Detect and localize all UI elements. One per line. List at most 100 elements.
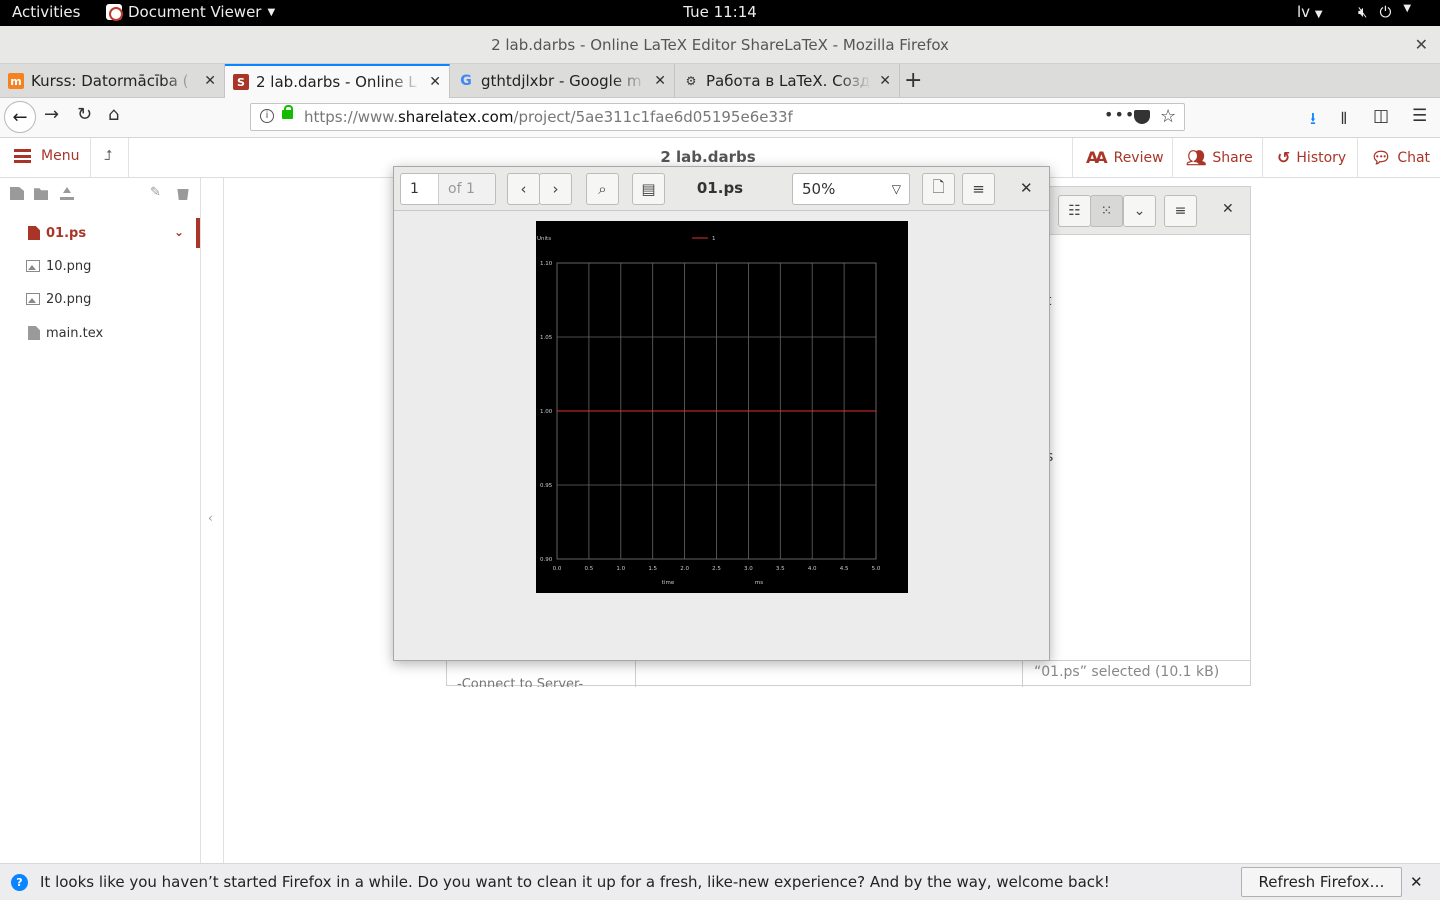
tab-latex-ru[interactable]: ⚙ Работа в LaTeX. Созд ✕ <box>675 64 900 98</box>
trash-icon[interactable] <box>177 188 189 200</box>
power-icon: ⏻ <box>1379 3 1392 21</box>
legend-label: 1 <box>712 236 716 242</box>
forward-icon[interactable]: → <box>44 104 59 125</box>
downloads-icon[interactable]: ⭳ <box>1310 106 1316 135</box>
tab-moodle[interactable]: m Kurss: Datormācība ( ✕ <box>0 64 225 98</box>
file-item-10-png[interactable]: 10.png <box>0 251 200 281</box>
view-options-button[interactable]: ⌄ <box>1123 195 1156 227</box>
document-viewer-window: 1 of 1 ‹ › ⌕ ▤ 01.ps 50% ▽ 🗋 ≡ ✕ 0.0 0.5 1… <box>393 166 1050 661</box>
collapse-left-icon[interactable]: ‹ <box>208 511 213 525</box>
chat-button[interactable]: 💬︎ Chat <box>1371 148 1430 167</box>
file-tree-toolbar: ✎ <box>0 178 200 210</box>
activities-button[interactable]: Activities <box>12 3 80 21</box>
x-tick-label: 3.5 <box>776 566 785 572</box>
upload-icon[interactable] <box>60 187 74 200</box>
zoom-select[interactable]: 50% ▽ <box>792 173 910 205</box>
chat-icon: 💬︎ <box>1371 148 1392 167</box>
bookmark-star-icon[interactable]: ☆ <box>1160 106 1176 127</box>
library-icon[interactable]: 𝍪 <box>1341 106 1347 135</box>
clock[interactable]: Tue 11:14 <box>683 3 757 21</box>
site-info-icon[interactable]: i <box>260 109 274 123</box>
file-item-main-tex[interactable]: main.tex <box>0 318 200 348</box>
tab-google[interactable]: G gthtdjlxbr - Google m ✕ <box>450 64 675 98</box>
connect-to-server[interactable]: -Connect to Server- <box>457 677 583 687</box>
tab-close-icon[interactable]: ✕ <box>879 73 891 89</box>
grid-view-button[interactable]: ⁙ <box>1090 195 1123 227</box>
tab-sharelatex[interactable]: S 2 lab.darbs - Online L ✕ <box>225 64 450 98</box>
open-with-button[interactable]: 🗋 <box>922 173 955 205</box>
line-chart: 0.0 0.5 1.0 1.5 2.0 2.5 3.0 3.5 4.0 4.5 5.0 0.90 0.9… <box>537 236 881 586</box>
home-icon[interactable]: ⌂ <box>108 104 119 125</box>
tab-close-icon[interactable]: ✕ <box>654 73 666 89</box>
previous-page-button[interactable]: ‹ <box>507 173 540 205</box>
file-manager-statusbar: -Connect to Server- “01.ps” selected (10… <box>447 660 1250 687</box>
x-tick-label: 4.0 <box>808 566 817 572</box>
divider <box>1357 138 1358 178</box>
chat-label: Chat <box>1397 149 1431 166</box>
volume-muted-icon: 🔇︎ <box>1358 3 1368 21</box>
reload-icon[interactable]: ↻ <box>77 104 92 125</box>
close-icon[interactable]: ✕ <box>1222 201 1234 217</box>
hamburger-menu-icon[interactable]: ☰ <box>1412 106 1427 126</box>
rename-icon[interactable]: ✎ <box>150 185 164 200</box>
x-tick-label: 0.5 <box>585 566 594 572</box>
viewer-menu-button[interactable]: ≡ <box>962 173 995 205</box>
page-selector[interactable]: 1 of 1 <box>400 173 496 205</box>
history-button[interactable]: ↺ History <box>1277 148 1346 167</box>
window-close-icon[interactable]: ✕ <box>1415 35 1428 54</box>
language-label: lv <box>1297 3 1311 21</box>
next-page-button[interactable]: › <box>539 173 572 205</box>
url-text[interactable]: https://www.sharelatex.com/project/5ae31… <box>304 108 793 126</box>
grid-view-icon: ⁙ <box>1100 203 1113 219</box>
tab-label: gthtdjlxbr - Google m <box>481 72 642 90</box>
page-actions-icon[interactable]: ••• <box>1104 105 1135 124</box>
chevron-left-icon: ‹ <box>520 180 527 198</box>
file-item-20-png[interactable]: 20.png <box>0 284 200 314</box>
document-viewer-toolbar: 1 of 1 ‹ › ⌕ ▤ 01.ps 50% ▽ 🗋 ≡ ✕ <box>394 167 1049 211</box>
tab-label: Работа в LaTeX. Созд <box>706 72 871 90</box>
x-axis-unit: ms <box>755 580 763 586</box>
share-button[interactable]: 👥︎ Share <box>1186 148 1253 167</box>
chevron-down-icon[interactable]: ⌄ <box>174 225 184 239</box>
file-name: 10.png <box>46 258 92 274</box>
tab-label: Kurss: Datormācība ( <box>31 72 189 90</box>
list-view-button[interactable]: ☷ <box>1058 195 1091 227</box>
y-tick-label: 1.05 <box>540 335 553 341</box>
x-tick-label: 2.5 <box>712 566 721 572</box>
menu-button[interactable]: Menu <box>14 148 79 164</box>
language-indicator[interactable]: lv ▼ <box>1297 3 1323 21</box>
new-file-icon[interactable] <box>10 187 24 200</box>
search-button[interactable]: ⌕ <box>586 173 619 205</box>
tab-close-icon[interactable]: ✕ <box>204 73 216 89</box>
app-menu[interactable]: Document Viewer ▼ <box>106 3 275 21</box>
review-label: Review <box>1113 149 1164 166</box>
review-button[interactable]: Ꜳ Review <box>1086 148 1164 167</box>
pane-resizer[interactable]: ‹ <box>201 178 224 863</box>
caret-down-icon: ▼ <box>1403 3 1412 14</box>
tab-close-icon[interactable]: ✕ <box>429 74 441 90</box>
file-name: main.tex <box>46 325 104 341</box>
zoom-value: 50% <box>802 180 836 198</box>
page-number-input[interactable]: 1 <box>401 174 439 204</box>
close-icon[interactable]: ✕ <box>1020 179 1033 197</box>
system-menu[interactable]: 🔇︎ ⏻ ▼ <box>1358 3 1411 21</box>
back-button[interactable]: ← <box>4 101 36 133</box>
file-manager-menu-button[interactable]: ≡ <box>1164 195 1197 227</box>
url-prefix: https://www. <box>304 108 398 126</box>
menu-icon: ≡ <box>972 180 985 198</box>
url-bar[interactable]: i https://www.sharelatex.com/project/5ae… <box>250 103 1185 131</box>
pocket-icon[interactable] <box>1134 110 1150 124</box>
moodle-icon: m <box>8 73 24 89</box>
divider <box>1022 661 1023 687</box>
close-icon[interactable]: ✕ <box>1410 873 1423 891</box>
sidebar-icon[interactable]: ◫ <box>1373 106 1389 126</box>
back-to-projects-icon[interactable]: ⮥ <box>104 148 112 164</box>
file-item-01-ps[interactable]: 01.ps ⌄ <box>0 218 200 248</box>
refresh-firefox-button[interactable]: Refresh Firefox… <box>1241 867 1402 897</box>
document-title: 01.ps <box>696 179 744 197</box>
x-tick-label: 4.5 <box>840 566 849 572</box>
new-folder-icon[interactable] <box>34 188 48 200</box>
new-tab-button[interactable]: + <box>904 68 922 93</box>
sharelatex-icon: S <box>233 74 249 90</box>
file-icon <box>28 226 40 240</box>
